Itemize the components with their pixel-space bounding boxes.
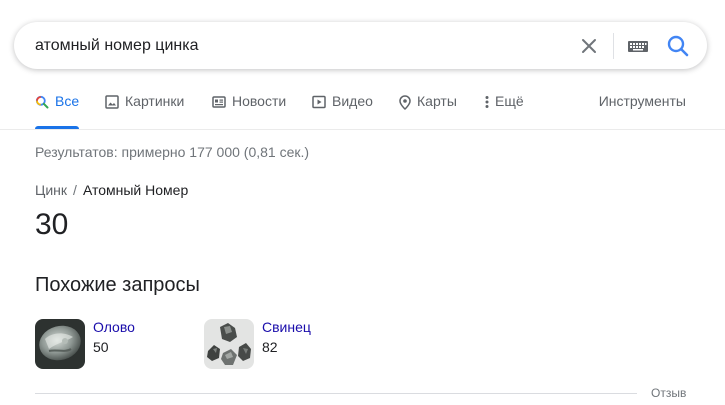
search-bar-divider [613,33,614,59]
search-input[interactable] [35,22,555,69]
search-icon [667,35,689,57]
search-icon [35,95,49,109]
tab-more[interactable]: Ещё [485,93,524,129]
related-item-name: Свинец [262,319,311,335]
tab-video[interactable]: Видео [312,93,373,129]
tab-maps-label: Карты [417,93,457,109]
breadcrumb-current: Атомный Номер [82,182,189,198]
tab-images[interactable]: Картинки [105,93,184,129]
tab-video-label: Видео [332,93,373,109]
tab-all-label: Все [55,93,80,109]
related-item-value: 50 [93,339,109,355]
tab-maps[interactable]: Карты [399,93,457,129]
more-vert-icon [485,96,489,108]
related-item-lead[interactable]: Свинец 82 [204,319,364,369]
answer-value: 30 [35,208,69,241]
breadcrumb-parent-link[interactable]: Цинк [35,182,67,198]
tabs-divider [0,129,725,130]
virtual-keyboard-button[interactable] [626,35,650,57]
close-icon [582,39,596,53]
tab-news-label: Новости [232,93,287,109]
result-stats: Результатов: примерно 177 000 (0,81 сек.… [35,144,310,160]
tools-button[interactable]: Инструменты [599,93,686,109]
tab-more-label: Ещё [495,93,524,109]
search-tabs: Все Картинки Новости Видео Карты Ещё Инс… [0,93,725,129]
tab-news[interactable]: Новости [212,93,286,129]
search-bar [14,22,707,69]
keyboard-icon [628,41,648,52]
news-icon [212,96,226,108]
lead-thumbnail [204,319,254,369]
related-searches-title: Похожие запросы [35,274,200,296]
answer-breadcrumb: Цинк / Атомный Номер [35,182,188,198]
tab-images-label: Картинки [125,93,185,109]
related-item-tin[interactable]: Олово 50 [35,319,195,369]
clear-search-button[interactable] [577,34,601,58]
related-item-value: 82 [262,339,278,355]
tin-thumbnail [35,319,85,369]
image-icon [105,95,119,109]
search-submit-button[interactable] [665,33,691,59]
map-pin-icon [399,95,411,110]
related-item-name: Олово [93,319,135,335]
video-icon [312,95,326,109]
breadcrumb-separator: / [73,182,77,198]
feedback-link[interactable]: Отзыв [651,386,686,400]
tab-all[interactable]: Все [35,93,80,129]
footer-divider [35,393,637,394]
